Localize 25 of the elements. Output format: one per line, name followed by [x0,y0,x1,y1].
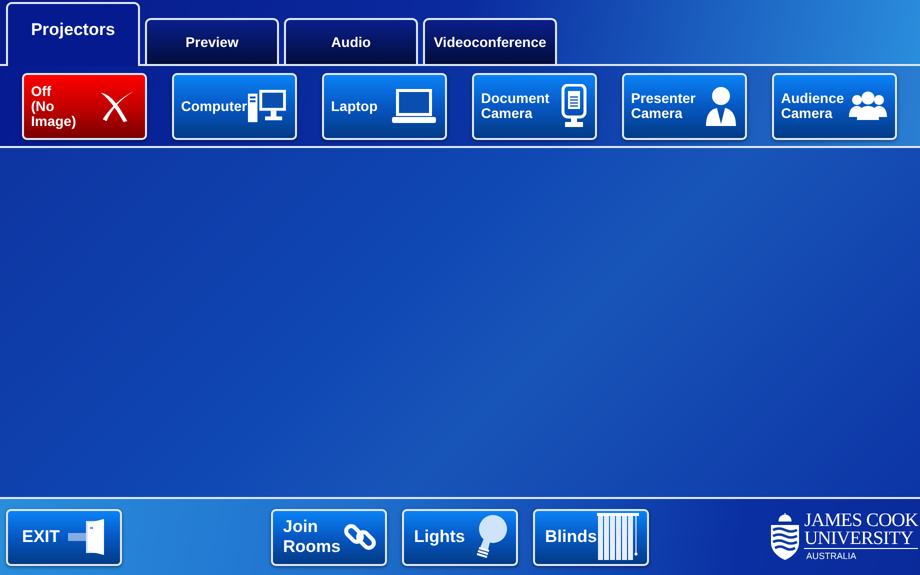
exit-button[interactable]: EXIT [6,508,122,566]
tab[interactable]: Audio [284,18,418,64]
source-button[interactable]: Off (No Image) [22,72,147,140]
logo-text: UNIVERSITY [804,530,918,548]
source-button[interactable]: Laptop [322,72,447,140]
document-camera-icon [561,84,587,128]
window-blinds-icon [597,513,639,561]
shield-logo-icon [770,513,800,561]
logo-subtitle: AUSTRALIA [805,550,858,562]
laptop-icon [391,88,437,124]
control-button[interactable]: Lights [402,508,518,566]
tab[interactable]: Videoconference [423,18,557,64]
desktop-computer-icon [247,87,287,125]
light-bulb-icon [474,514,508,560]
source-button[interactable]: Computer [172,72,297,140]
tab[interactable]: Projectors [6,2,140,66]
control-button[interactable]: Blinds [533,508,649,566]
source-button[interactable]: Audience Camera [772,72,897,140]
logo-text: JAMES COOK [804,512,918,530]
source-button[interactable]: Document Camera [472,72,597,140]
group-icon [849,91,887,121]
source-button[interactable]: Presenter Camera [622,72,747,140]
person-icon [705,86,737,126]
control-button[interactable]: Join Rooms [271,508,387,566]
tab[interactable]: Preview [145,18,279,64]
